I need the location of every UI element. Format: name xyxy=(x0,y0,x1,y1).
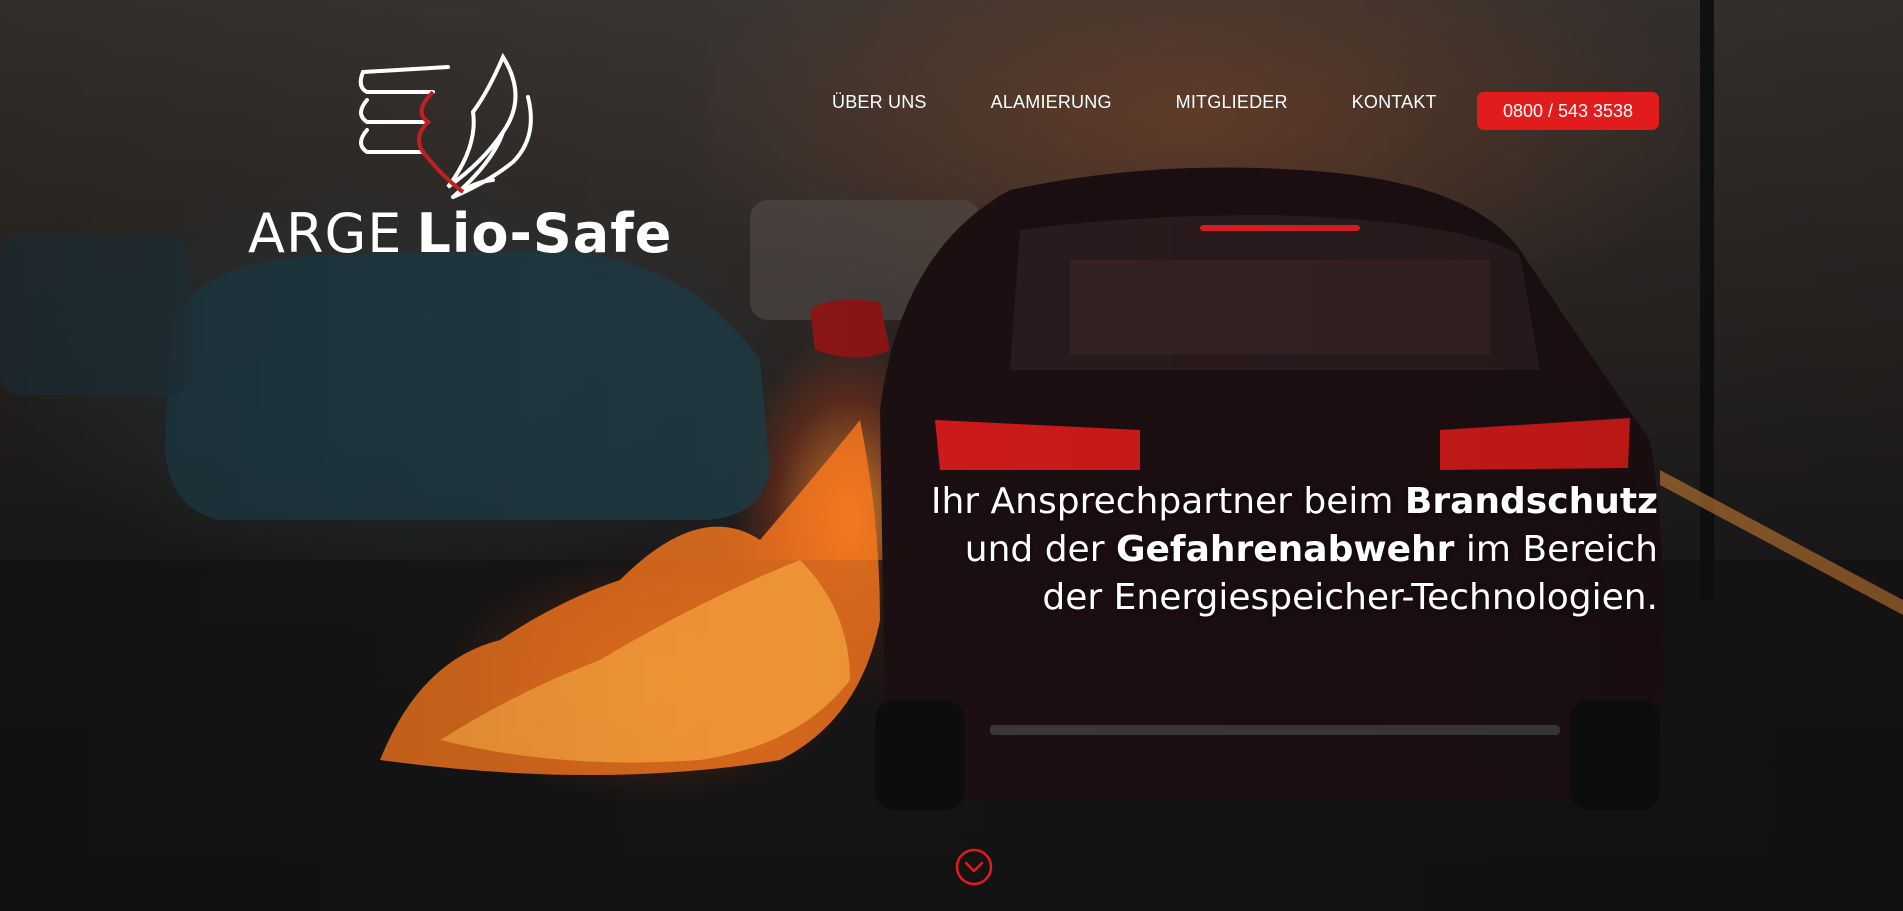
chevron-down-circle-icon xyxy=(955,848,993,886)
hero-headline: Ihr Ansprechpartner beim Brandschutz und… xyxy=(931,478,1658,622)
flame-wing-logo-icon xyxy=(358,52,533,199)
nav-item-kontakt[interactable]: KONTAKT xyxy=(1352,92,1437,113)
headline-line-3: der Energiespeicher-Technologien. xyxy=(1042,577,1658,618)
headline-line-2-text: und der xyxy=(964,529,1116,570)
logo-name-light: ARGE xyxy=(248,202,403,265)
headline-line-2: und der Gefahrenabwehr im Bereich xyxy=(931,526,1658,574)
nav-item-mitglieder[interactable]: MITGLIEDER xyxy=(1176,92,1288,113)
nav-item-ueber-uns[interactable]: ÜBER UNS xyxy=(832,92,927,113)
phone-button[interactable]: 0800 / 543 3538 xyxy=(1477,92,1659,130)
headline-line-1-bold: Brandschutz xyxy=(1404,481,1658,522)
headline-line-2-suffix: im Bereich xyxy=(1454,529,1658,570)
headline-line-1-text: Ihr Ansprechpartner beim xyxy=(930,481,1405,522)
headline-line-1: Ihr Ansprechpartner beim Brandschutz xyxy=(931,478,1658,526)
nav-item-alamierung[interactable]: ALAMIERUNG xyxy=(991,92,1112,113)
main-nav: ÜBER UNS ALAMIERUNG MITGLIEDER KONTAKT xyxy=(832,92,1501,113)
scroll-down-button[interactable] xyxy=(955,848,993,886)
logo-name-bold: Lio-Safe xyxy=(416,202,673,265)
logo[interactable]: ARGE Lio-Safe xyxy=(248,52,671,265)
headline-line-2-bold: Gefahrenabwehr xyxy=(1115,529,1455,570)
logo-wordmark: ARGE Lio-Safe xyxy=(248,202,672,265)
